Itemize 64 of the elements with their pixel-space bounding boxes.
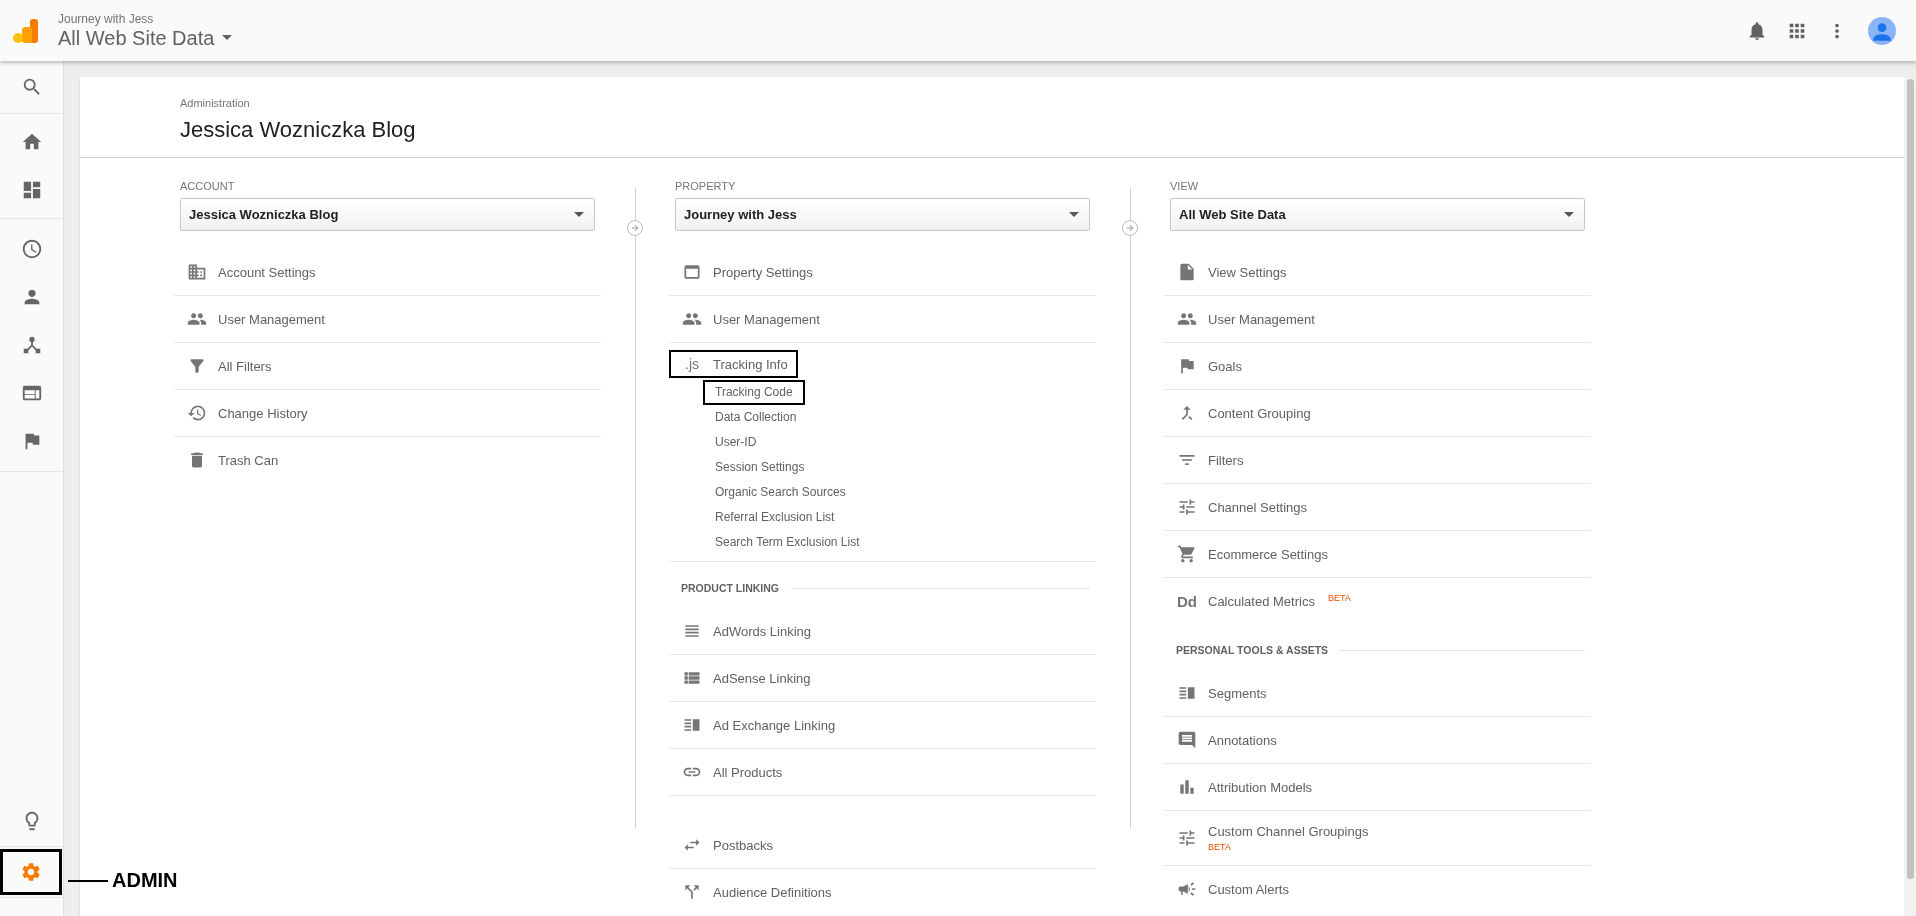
glyph-icon: .js — [681, 356, 703, 372]
view-picker[interactable]: All Web Site Data — [58, 25, 233, 50]
menu-item[interactable]: Ecommerce Settings — [1164, 538, 1338, 570]
caret-icon — [1564, 212, 1574, 217]
comment-icon — [1176, 730, 1198, 750]
breadcrumb: Administration — [180, 97, 251, 109]
menu-item[interactable]: Property Settings — [669, 256, 823, 288]
menu-item[interactable]: Filters — [1164, 444, 1254, 476]
account-name: Journey with Jess — [58, 11, 155, 26]
leader-line — [68, 879, 108, 882]
menu-item[interactable]: Channel Settings — [1164, 491, 1317, 523]
submenu-item[interactable]: Tracking Code — [703, 380, 805, 405]
menu-item[interactable]: Custom Alerts — [1164, 873, 1299, 905]
column-selector[interactable]: Journey with Jess — [675, 198, 1090, 231]
section-title: PRODUCT LINKING — [681, 582, 779, 594]
caret-icon — [222, 35, 233, 40]
menu-item[interactable]: .js Tracking Info — [669, 350, 798, 378]
building-icon — [186, 262, 208, 282]
menu-item[interactable]: Ad Exchange Linking — [669, 709, 846, 741]
submenu-item[interactable]: Referral Exclusion List — [703, 505, 847, 530]
menu-item[interactable]: Postbacks — [669, 829, 783, 861]
menu-item[interactable]: Change History — [174, 397, 318, 429]
menu-item[interactable]: Goals — [1164, 350, 1252, 382]
menu-item[interactable]: User Management — [1164, 303, 1325, 335]
settings-icon[interactable] — [0, 849, 62, 895]
submenu-item[interactable]: User-ID — [703, 430, 769, 455]
arrow-circle-icon — [627, 220, 643, 236]
menu-item[interactable]: View Settings — [1164, 256, 1297, 288]
submenu-item[interactable]: Organic Search Sources — [703, 480, 858, 505]
menu-item[interactable]: Attribution Models — [1164, 771, 1323, 803]
avatar[interactable] — [1868, 16, 1896, 45]
column-selector[interactable]: All Web Site Data — [1170, 198, 1585, 231]
column-heading: PROPERTY — [675, 180, 737, 192]
column-heading: VIEW — [1170, 180, 1200, 192]
section-title: PERSONAL TOOLS & ASSETS — [1176, 644, 1329, 656]
caret-icon — [574, 212, 584, 217]
beta-label: BETA — [1208, 842, 1231, 852]
menu-item[interactable]: All Filters — [174, 350, 282, 382]
menu-item[interactable]: Trash Can — [174, 444, 289, 476]
submenu-item[interactable]: Search Term Exclusion List — [703, 530, 872, 555]
menu-item[interactable]: Account Settings — [174, 256, 326, 288]
menu-item[interactable]: Content Grouping — [1164, 397, 1321, 429]
callout-label: ADMIN — [112, 869, 178, 892]
menu-item[interactable]: Dd Calculated Metrics BETA — [1164, 586, 1361, 616]
menu-item[interactable]: Segments — [1164, 677, 1277, 709]
menu-item[interactable]: User Management — [174, 303, 335, 335]
column-heading: ACCOUNT — [180, 180, 236, 192]
menu-item[interactable]: Annotations — [1164, 724, 1287, 756]
submenu-item[interactable]: Data Collection — [703, 405, 809, 430]
menu-item[interactable]: Audience Definitions — [669, 876, 842, 908]
caret-icon — [1069, 212, 1079, 217]
column-selector[interactable]: Jessica Wozniczka Blog — [180, 198, 595, 231]
arrow-circle-icon — [1122, 220, 1138, 236]
analytics-logo — [12, 16, 40, 45]
beta-label: BETA — [1327, 592, 1351, 603]
glyph-icon: Dd — [1176, 592, 1198, 610]
menu-item[interactable]: User Management — [669, 303, 830, 335]
menu-item[interactable]: All Products — [669, 756, 793, 788]
menu-item[interactable]: Custom Channel Groupings BETA — [1164, 818, 1379, 858]
history-icon — [186, 403, 208, 423]
submenu-item[interactable]: Session Settings — [703, 455, 817, 480]
menu-item[interactable]: AdSense Linking — [669, 662, 821, 694]
page-title: Jessica Wozniczka Blog — [180, 117, 417, 143]
menu-item[interactable]: AdWords Linking — [669, 615, 822, 647]
